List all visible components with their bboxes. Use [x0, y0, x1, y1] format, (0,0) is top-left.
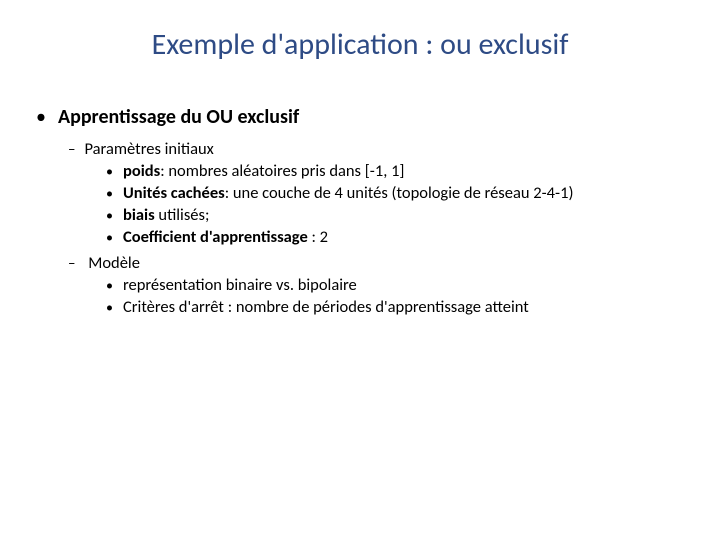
sub2-text: Unités cachées: une couche de 4 unités (… [123, 183, 573, 203]
slide-title: Exemple d'application : ou exclusif [30, 26, 690, 63]
bullet-level1: • Apprentissage du OU exclusif [36, 105, 690, 129]
bullet-level3: • Coefficient d'apprentissage : 2 [106, 227, 690, 247]
dot-bullet: • [106, 231, 113, 245]
dot-bullet: • [106, 279, 113, 293]
bullet-level2: – Modèle [68, 253, 690, 273]
bullet-level3: • représentation binaire vs. bipolaire [106, 275, 690, 295]
bullet-level3: • Critères d'arrêt : nombre de périodes … [106, 297, 690, 317]
sub1b-text: Modèle [88, 253, 140, 273]
sub1b-label: Modèle [84, 253, 139, 273]
dot-bullet: • [106, 209, 113, 223]
rest-text: : nombres aléatoires pris dans [-1, 1] [160, 161, 404, 181]
sub2-text: représentation binaire vs. bipolaire [123, 275, 357, 295]
bullet-dot: • [36, 107, 46, 127]
bold-term: Coefficient d'apprentissage [123, 227, 308, 247]
bullet-level3: • poids: nombres aléatoires pris dans [-… [106, 161, 690, 181]
rest-text: : 2 [308, 227, 328, 247]
rest-text: : une couche de 4 unités (topologie de r… [225, 183, 574, 203]
sub1a-label: Paramètres initiaux [84, 139, 213, 159]
sub2-text: poids: nombres aléatoires pris dans [-1,… [123, 161, 405, 181]
dot-bullet: • [106, 301, 113, 315]
bold-term: Unités cachées [123, 183, 225, 203]
dot-bullet: • [106, 165, 113, 179]
bullet-level3: • biais utilisés; [106, 205, 690, 225]
sub2-text: Coefficient d'apprentissage : 2 [123, 227, 328, 247]
bold-term: poids [123, 161, 160, 181]
rest-text: utilisés; [155, 205, 210, 225]
dash-bullet: – [68, 255, 75, 273]
bullet-level2: – Paramètres initiaux [68, 139, 690, 159]
bullet-heading: Apprentissage du OU exclusif [58, 105, 299, 129]
sub2-text: biais utilisés; [123, 205, 209, 225]
bullet-level3: • Unités cachées: une couche de 4 unités… [106, 183, 690, 203]
dot-bullet: • [106, 187, 113, 201]
sub2-text: Critères d'arrêt : nombre de périodes d'… [123, 297, 529, 317]
bold-term: biais [123, 205, 155, 225]
dash-bullet: – [68, 141, 75, 159]
